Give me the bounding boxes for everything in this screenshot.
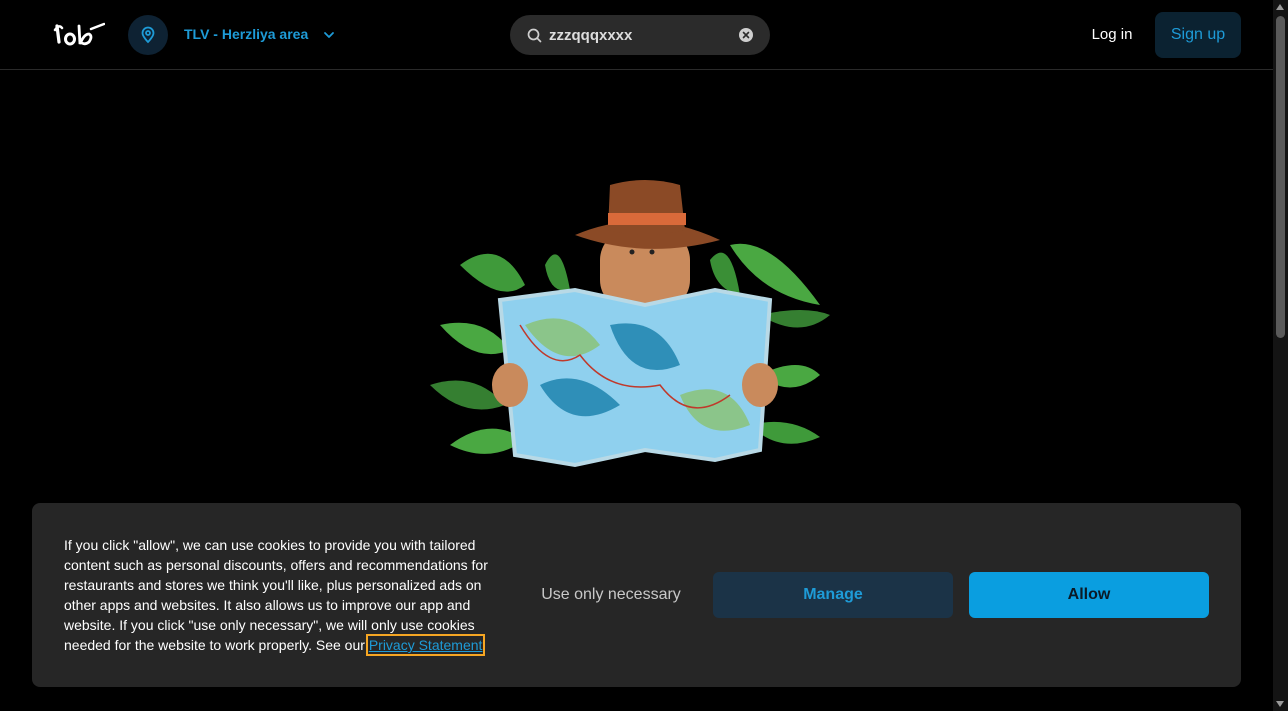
use-only-necessary-button[interactable]: Use only necessary [527,572,695,618]
cookie-description: If you click "allow", we can use cookies… [64,537,488,653]
location-label[interactable]: TLV - Herzliya area [184,26,308,42]
signup-button[interactable]: Sign up [1155,12,1241,58]
cookie-text: If you click "allow", we can use cookies… [64,535,504,656]
privacy-statement-link[interactable]: Privacy Statement [365,634,486,656]
search-icon [527,28,542,43]
explorer-with-map-illustration [430,180,830,468]
allow-button[interactable]: Allow [969,572,1209,618]
location-button[interactable] [128,15,168,55]
cookie-banner: If you click "allow", we can use cookies… [32,503,1241,687]
scroll-up-arrow-icon[interactable] [1276,4,1284,10]
chevron-down-icon[interactable] [322,28,336,42]
top-header: TLV - Herzliya area Log in Sign up [0,0,1273,70]
close-circle-icon[interactable] [739,28,753,42]
scroll-down-arrow-icon[interactable] [1276,701,1284,707]
page-scrollbar[interactable] [1273,0,1288,711]
scrollbar-thumb[interactable] [1276,16,1285,338]
search-input[interactable] [549,23,729,47]
location-pin-icon [141,26,155,44]
search-bar [510,15,770,55]
manage-button[interactable]: Manage [713,572,953,618]
wolt-logo[interactable] [53,20,105,50]
login-button[interactable]: Log in [1080,22,1144,48]
close-icon [742,31,750,39]
